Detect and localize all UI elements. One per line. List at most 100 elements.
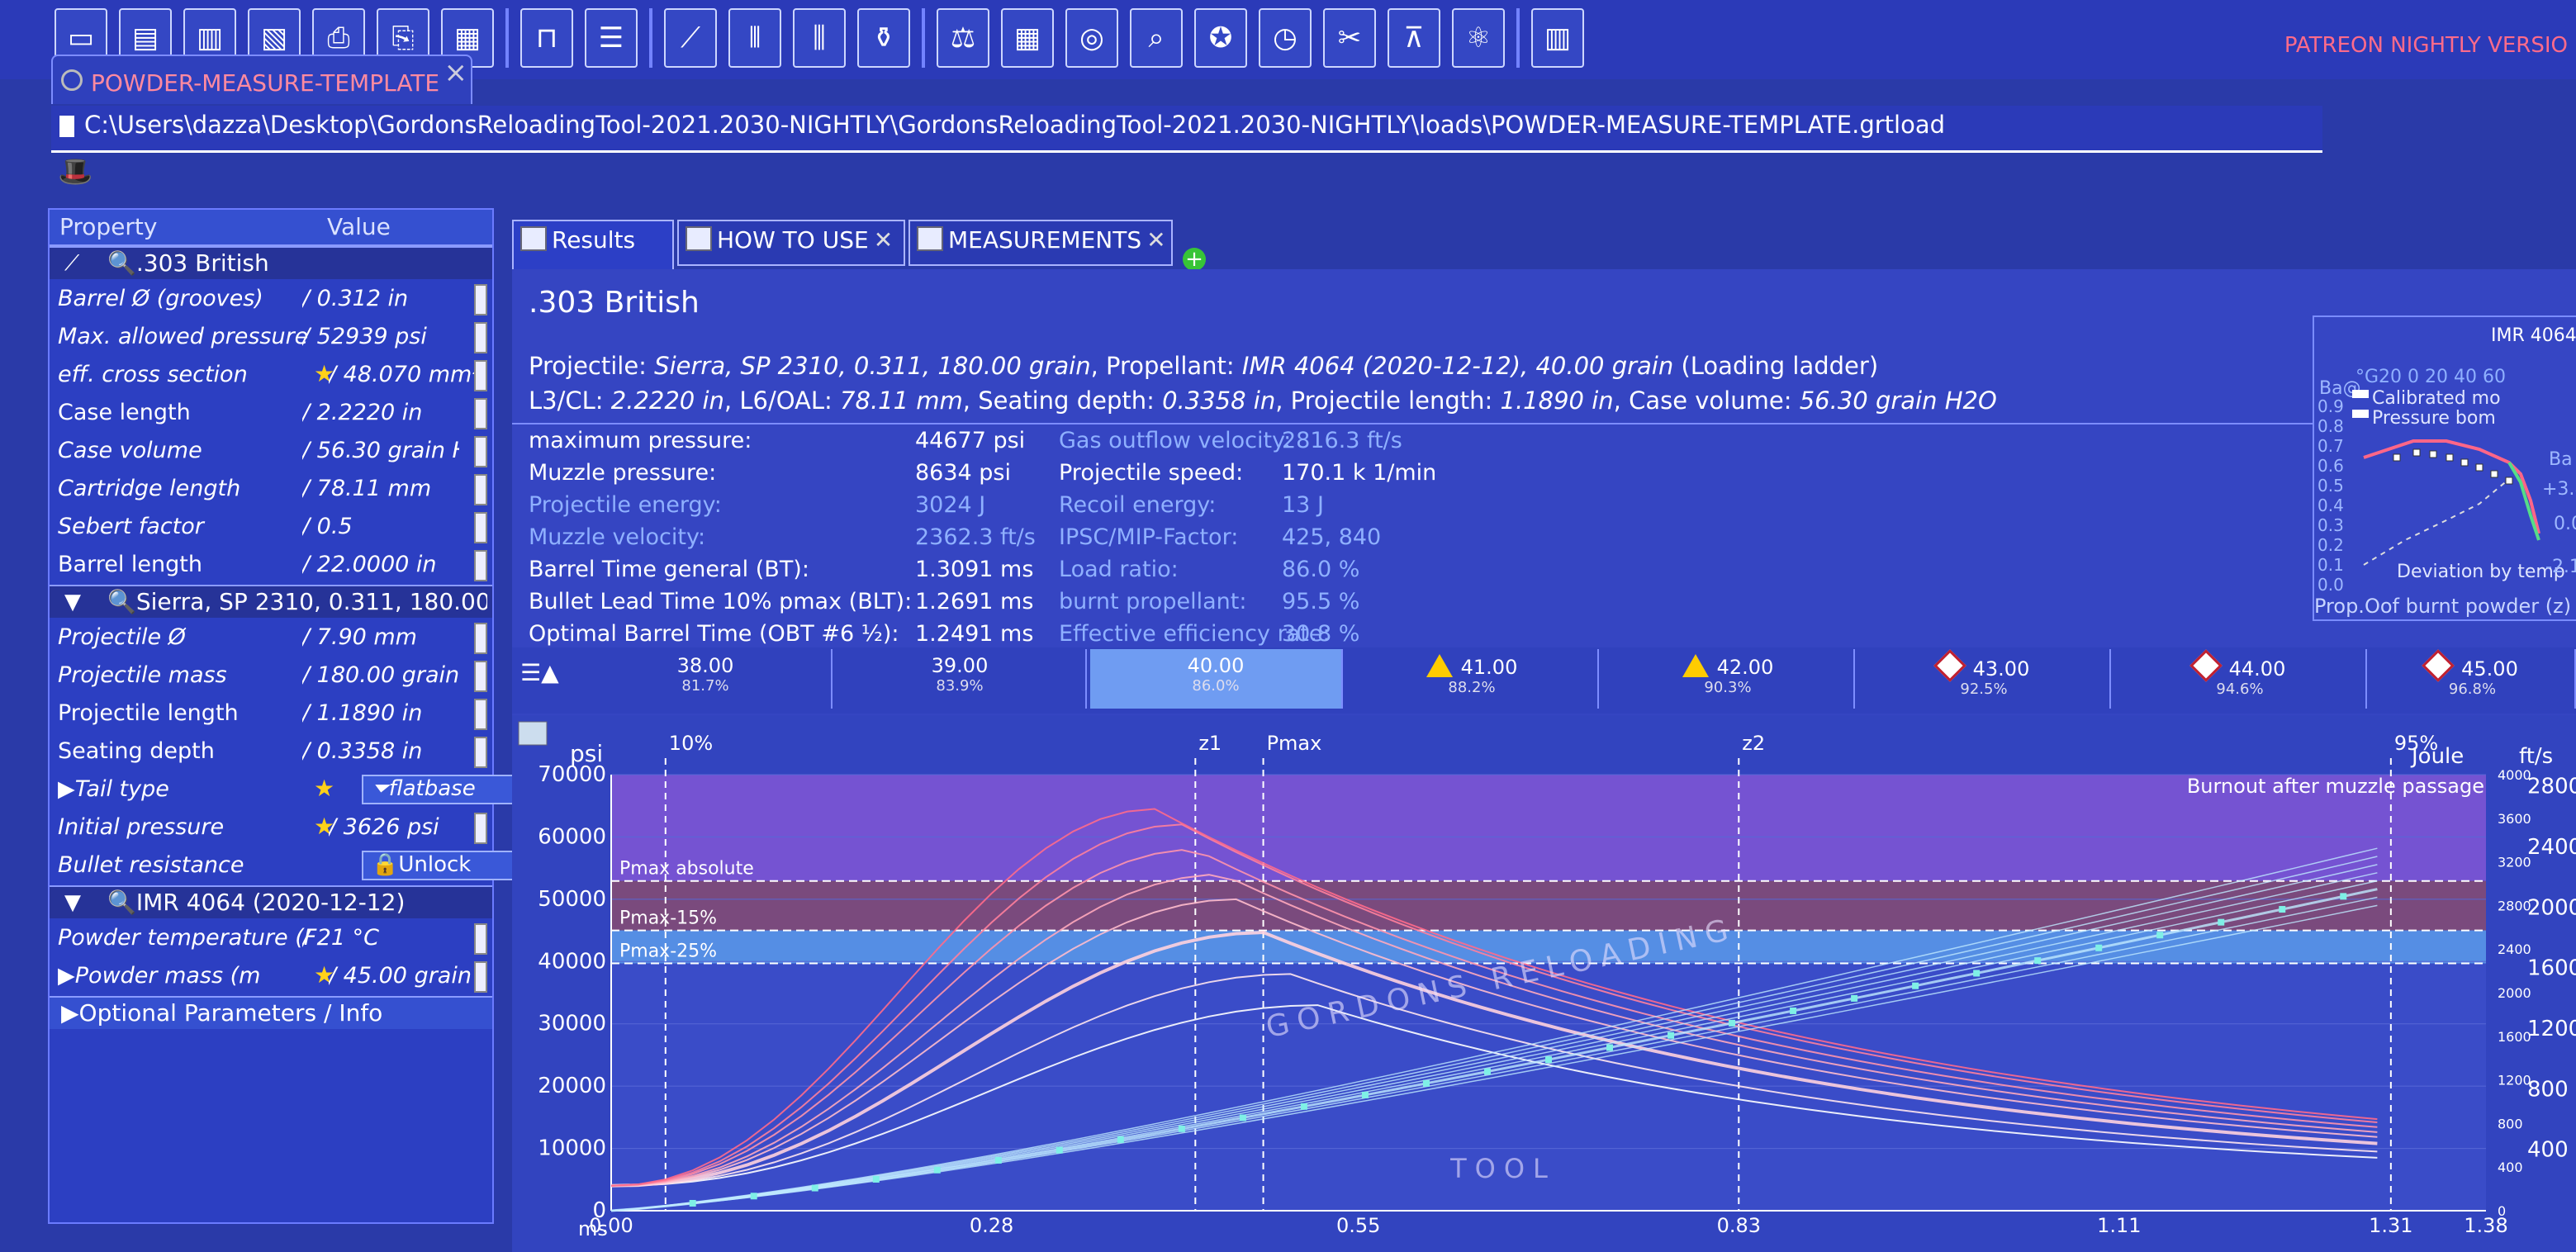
property-row[interactable]: Sebert factor / 0.5 xyxy=(50,509,492,547)
target-icon[interactable]: ◎ xyxy=(1065,8,1118,68)
value-spinner[interactable] xyxy=(474,661,487,692)
property-row[interactable]: ▶Powder mass (m ★/ 45.00 grain xyxy=(50,958,492,996)
property-row[interactable]: Projectile length / 1.1890 in xyxy=(50,695,492,733)
stopwatch-icon[interactable]: ◷ xyxy=(1259,8,1312,68)
ladder-load-ratio: 88.2% xyxy=(1448,679,1496,696)
table-icon[interactable]: ▦ xyxy=(1001,8,1054,68)
ladder-cell-45.00[interactable]: 45.00 96.8% xyxy=(2370,649,2576,709)
tab-measurements[interactable]: MEASUREMENTS ✕ xyxy=(908,220,1173,266)
property-row[interactable]: Barrel length / 22.0000 in xyxy=(50,547,492,585)
property-row[interactable]: Cartridge length / 78.11 mm xyxy=(50,471,492,509)
value-spinner[interactable] xyxy=(474,699,487,730)
property-value[interactable]: / 0.312 in xyxy=(302,286,459,311)
result-value: 1.2691 ms xyxy=(915,589,1034,614)
property-value[interactable]: / 2.2220 in xyxy=(302,400,459,425)
value-spinner[interactable] xyxy=(474,360,487,391)
property-row[interactable]: Projectile mass / 180.00 grain xyxy=(50,657,492,695)
property-value[interactable]: / 3626 psi xyxy=(329,814,486,840)
value-spinner[interactable] xyxy=(474,474,487,505)
property-value[interactable]: / 0.3358 in xyxy=(302,738,459,764)
expand-icon[interactable]: ▼ xyxy=(64,590,81,614)
value-spinner[interactable] xyxy=(474,813,487,844)
atom-icon[interactable]: ⚛ xyxy=(1452,8,1505,68)
results-icon xyxy=(520,226,547,251)
mini-chart-footer: Prop.Oof burnt powder (z) xyxy=(2314,595,2572,618)
projectile-group[interactable]: ▼ 🔍Sierra, SP 2310, 0.311, 180.00 grain xyxy=(50,585,492,618)
value-spinner[interactable] xyxy=(474,737,487,768)
unlock-button[interactable]: 🔒Unlock xyxy=(362,851,532,880)
band-label: Pmax absolute xyxy=(619,859,754,880)
value-spinner[interactable] xyxy=(474,436,487,467)
property-value[interactable]: / 21 °C xyxy=(302,925,459,951)
property-row[interactable]: Projectile Ø / 7.90 mm xyxy=(50,619,492,657)
property-value[interactable]: / 180.00 grain xyxy=(302,662,459,688)
property-row[interactable]: Bullet resistance 🔒Unlock xyxy=(50,847,532,885)
document-tab[interactable]: POWDER-MEASURE-TEMPLATE × xyxy=(51,55,472,104)
property-value[interactable]: / 7.90 mm xyxy=(302,624,459,650)
value-spinner[interactable] xyxy=(474,961,487,993)
ladder-collapse-icon[interactable]: ☰▲ xyxy=(520,659,559,686)
press-icon[interactable]: ⊼ xyxy=(1388,8,1440,68)
property-value[interactable]: / 1.1890 in xyxy=(302,700,459,726)
ladder-cell-41.00[interactable]: 41.00 88.2% xyxy=(1346,649,1599,709)
close-icon[interactable]: ✕ xyxy=(874,226,893,254)
cartridge-group[interactable]: ⟋ 🔍.303 British xyxy=(50,246,492,279)
powder-group[interactable]: ▼ 🔍IMR 4064 (2020-12-12) xyxy=(50,885,492,918)
property-value[interactable]: / 45.00 grain xyxy=(329,963,486,989)
ladder-cell-40.00[interactable]: 40.00 86.0% xyxy=(1090,649,1343,709)
optional-parameters[interactable]: ▶Optional Parameters / Info xyxy=(50,996,492,1029)
close-icon[interactable]: ✕ xyxy=(1146,226,1165,254)
ladder-cell-38.00[interactable]: 38.00 81.7% xyxy=(580,649,833,709)
document-icon[interactable]: ☰ xyxy=(585,8,638,68)
ladder-load-ratio: 92.5% xyxy=(1960,681,2008,698)
value-spinner[interactable] xyxy=(474,550,487,581)
cartridge-box-icon[interactable]: ▥ xyxy=(1531,8,1584,68)
ladder-cell-39.00[interactable]: 39.00 83.9% xyxy=(834,649,1087,709)
property-row[interactable]: Initial pressure ★/ 3626 psi xyxy=(50,809,492,847)
telescope-icon[interactable]: ⌕ xyxy=(1130,8,1183,68)
ladder-cell-44.00[interactable]: 44.00 94.6% xyxy=(2114,649,2367,709)
property-row[interactable]: Case length / 2.2220 in xyxy=(50,395,492,433)
measure-icon[interactable]: ⫼ xyxy=(793,8,846,68)
ladder-cell-42.00[interactable]: 42.00 90.3% xyxy=(1602,649,1855,709)
property-value[interactable]: / 56.30 grain H2O xyxy=(302,438,459,463)
close-icon[interactable]: × xyxy=(444,56,468,89)
property-value[interactable]: / 0.5 xyxy=(302,514,459,539)
value-spinner[interactable] xyxy=(474,923,487,955)
property-row[interactable]: Seating depth / 0.3358 in xyxy=(50,733,492,771)
property-row[interactable]: eff. cross section ★/ 48.070 mm² xyxy=(50,357,492,395)
value-spinner[interactable] xyxy=(474,322,487,353)
compass-icon[interactable]: ✪ xyxy=(1194,8,1247,68)
shooting-range-icon[interactable]: ⟋ xyxy=(664,8,717,68)
weight-kg-lb-icon[interactable]: ⚖ xyxy=(937,8,989,68)
star-icon[interactable]: ★ xyxy=(314,775,334,802)
result-value: 170.1 k 1/min xyxy=(1282,460,1437,486)
add-tab-icon[interactable]: + xyxy=(1183,248,1206,271)
tools-icon[interactable]: ✂ xyxy=(1323,8,1376,68)
property-value[interactable]: / 48.070 mm² xyxy=(329,362,486,387)
property-row[interactable]: Case volume / 56.30 grain H2O xyxy=(50,433,492,471)
property-value[interactable]: / 22.0000 in xyxy=(302,552,459,577)
value-spinner[interactable] xyxy=(474,512,487,543)
expand-icon[interactable]: ⟋ xyxy=(64,251,79,277)
value-spinner[interactable] xyxy=(474,284,487,315)
property-row[interactable]: Max. allowed pressure/ 52939 psi xyxy=(50,319,492,357)
value-spinner[interactable] xyxy=(474,623,487,654)
cartridges-icon[interactable]: ⫴ xyxy=(728,8,781,68)
bottle-icon[interactable]: ⚱ xyxy=(857,8,910,68)
tab-results[interactable]: Results xyxy=(512,220,674,269)
hat-icon[interactable]: 🎩 xyxy=(58,155,93,188)
tail-type-dropdown[interactable]: ⏷flatbase xyxy=(362,775,537,804)
document-tab-label: POWDER-MEASURE-TEMPLATE xyxy=(91,69,440,97)
property-row[interactable]: Barrel Ø (grooves) / 0.312 in xyxy=(50,281,492,319)
expand-icon[interactable]: ▼ xyxy=(64,890,81,915)
property-row[interactable]: Powder temperature (F/ 21 °C xyxy=(50,920,492,958)
property-value[interactable]: / 52939 psi xyxy=(302,324,459,349)
ladder-cell-43.00[interactable]: 43.00 92.5% xyxy=(1858,649,2111,709)
column-property: Property xyxy=(59,213,158,240)
property-row[interactable]: ▶Tail type ★ ⏷flatbase xyxy=(50,771,537,809)
caliper-icon[interactable]: ⊓ xyxy=(520,8,573,68)
value-spinner[interactable] xyxy=(474,398,487,429)
tab-how-to-use[interactable]: HOW TO USE ✕ xyxy=(677,220,905,266)
property-value[interactable]: / 78.11 mm xyxy=(302,476,459,501)
